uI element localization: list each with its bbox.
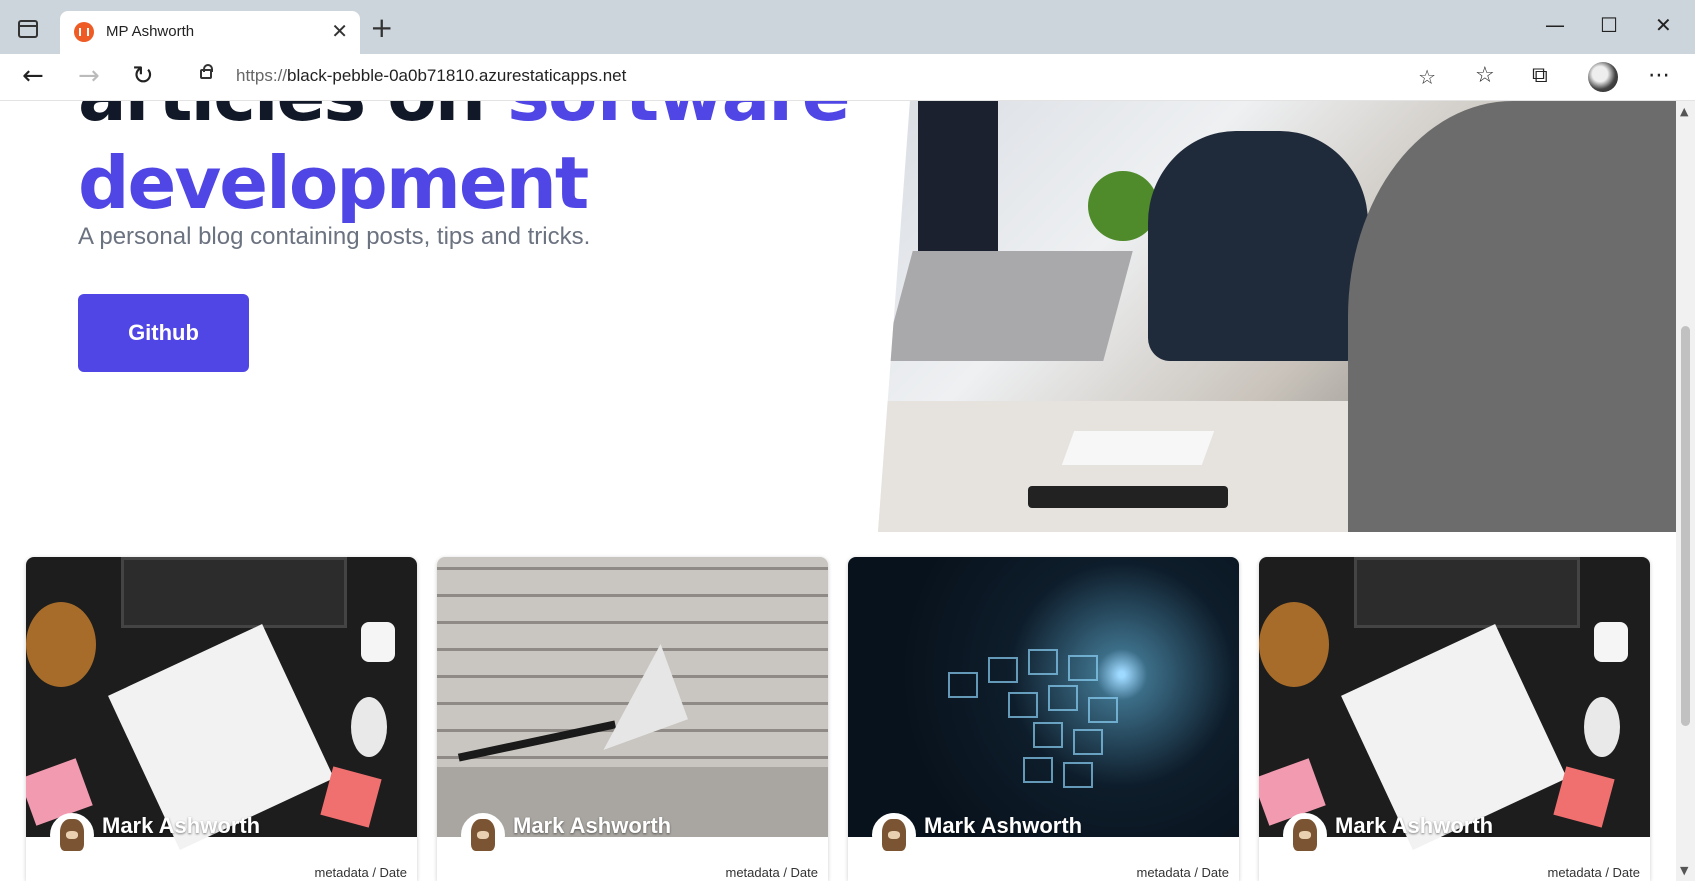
tab-title: MP Ashworth <box>106 23 195 40</box>
hero-image <box>878 101 1676 532</box>
scroll-down-icon[interactable]: ▼ <box>1680 864 1688 877</box>
author-avatar <box>1283 813 1327 857</box>
scroll-thumb[interactable] <box>1681 326 1690 726</box>
hero-subtitle: A personal blog containing posts, tips a… <box>78 223 591 250</box>
blog-card[interactable]: Mark Ashworth metadata / Date <box>26 557 417 881</box>
favorites-icon[interactable]: ☆ <box>1475 63 1495 89</box>
browser-tab-bar: MP Ashworth ✕ + — ☐ ✕ <box>0 0 1695 54</box>
blog-card[interactable]: Mark Ashworth metadata / Date <box>1259 557 1650 881</box>
blog-card[interactable]: Mark Ashworth metadata / Date <box>848 557 1239 881</box>
card-image[interactable] <box>1259 557 1650 850</box>
card-author: Mark Ashworth <box>1335 813 1494 838</box>
blog-card[interactable]: Mark Ashworth metadata / Date <box>437 557 828 881</box>
back-icon[interactable]: ← <box>22 62 44 90</box>
author-avatar <box>872 813 916 857</box>
github-button[interactable]: Github <box>78 294 249 372</box>
minimize-icon[interactable]: — <box>1545 14 1565 36</box>
card-metadata: metadata / Date <box>314 865 408 880</box>
new-tab-icon[interactable]: + <box>370 14 393 42</box>
card-metadata: metadata / Date <box>725 865 819 880</box>
lock-icon[interactable] <box>200 64 213 79</box>
author-avatar <box>461 813 505 857</box>
maximize-icon[interactable]: ☐ <box>1600 14 1618 36</box>
more-options-icon[interactable]: ⋯ <box>1648 63 1670 89</box>
card-image[interactable] <box>848 557 1239 837</box>
tab-actions-icon[interactable] <box>18 20 38 38</box>
card-author: Mark Ashworth <box>102 813 261 838</box>
add-favorite-icon[interactable]: ☆ <box>1418 65 1436 89</box>
author-avatar <box>50 813 94 857</box>
collections-icon[interactable]: ⧉ <box>1532 63 1548 89</box>
card-author: Mark Ashworth <box>924 813 1083 838</box>
page-scrollbar[interactable]: ▲ ▼ <box>1676 101 1695 881</box>
card-metadata: metadata / Date <box>1136 865 1230 880</box>
refresh-icon[interactable]: ↻ <box>132 62 154 90</box>
site-favicon-icon <box>74 22 94 42</box>
forward-icon[interactable]: → <box>78 62 100 90</box>
browser-tab[interactable]: MP Ashworth ✕ <box>60 11 360 54</box>
card-image[interactable] <box>26 557 417 850</box>
close-tab-icon[interactable]: ✕ <box>331 20 348 42</box>
card-metadata: metadata / Date <box>1547 865 1641 880</box>
card-image[interactable] <box>437 557 828 837</box>
url-text[interactable]: https://black-pebble-0a0b71810.azurestat… <box>236 66 626 86</box>
page-viewport: articles on software development A perso… <box>0 101 1676 881</box>
scroll-up-icon[interactable]: ▲ <box>1680 105 1688 118</box>
card-author: Mark Ashworth <box>513 813 672 838</box>
address-bar[interactable]: https://black-pebble-0a0b71810.azurestat… <box>182 57 1454 95</box>
browser-toolbar: ← → ↻ https://black-pebble-0a0b71810.azu… <box>0 54 1695 101</box>
hero-title: articles on software development <box>78 101 851 225</box>
window-close-icon[interactable]: ✕ <box>1655 14 1672 36</box>
profile-avatar[interactable] <box>1588 62 1618 92</box>
